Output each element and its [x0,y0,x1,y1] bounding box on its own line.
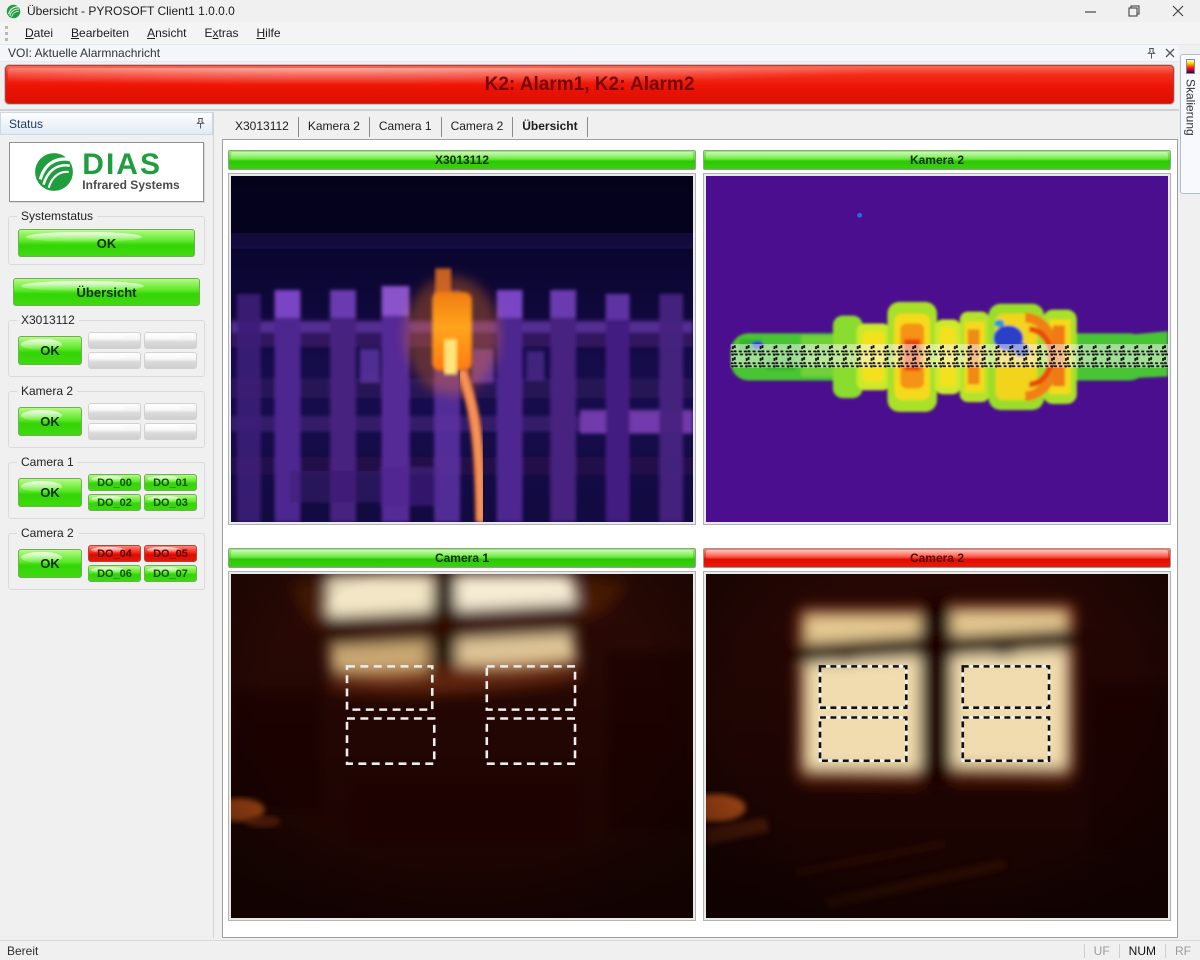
pin-icon[interactable] [195,117,206,130]
main-area: X3013112 Kamera 2 Camera 1 Camera 2 Über… [220,112,1179,938]
alarm-dock-header: VOI: Aktuelle Alarmnachricht [0,45,1179,62]
systemstatus-group: Systemstatus OK [8,216,205,265]
restore-button[interactable] [1112,0,1156,22]
do-lamp-do06[interactable]: DO_06 [88,565,141,582]
uebersicht-button[interactable]: Übersicht [13,278,200,306]
camera-view-header: Camera 2 [703,548,1171,568]
menu-datei[interactable]: Datei [16,23,62,43]
status-panel: Status DIAS Infrared Systems Systemstatu… [0,112,214,938]
do-lamp[interactable] [88,352,141,369]
thermal-image-camera2 [703,571,1171,921]
menu-hilfe[interactable]: Hilfe [248,23,290,43]
statusbar-ready: Bereit [0,944,38,958]
x3013112-ok-button[interactable]: OK [18,336,82,365]
thermal-image-x3013112 [228,173,696,525]
status-panel-header: Status [0,112,213,135]
do-lamp[interactable] [88,423,141,440]
close-panel-icon[interactable] [1165,48,1175,58]
colorbar-icon [1186,59,1195,74]
do-lamp-do05[interactable]: DO_05 [144,545,197,562]
do-lamp[interactable] [144,352,197,369]
camera-group-kamera2: Kamera 2 OK [8,391,205,448]
thermal-image-kamera2 [703,173,1171,525]
alarm-banner: K2: Alarm1, K2: Alarm2 [5,65,1174,104]
menu-extras[interactable]: Extras [195,23,247,43]
do-lamp-do01[interactable]: DO_01 [144,474,197,491]
kamera2-ok-button[interactable]: OK [18,407,82,436]
do-lamp[interactable] [144,423,197,440]
camera-view-header: Kamera 2 [703,150,1171,170]
do-lamp[interactable] [88,332,141,349]
thermal-image-camera1 [228,571,696,921]
statusbar: Bereit UF NUM RF [0,940,1200,960]
alarm-message: K2: Alarm1, K2: Alarm2 [485,74,695,96]
do-lamp-do03[interactable]: DO_03 [144,494,197,511]
systemstatus-label: Systemstatus [17,209,97,223]
titlebar: Übersicht - PYROSOFT Client1 1.0.0.0 [0,0,1200,22]
do-lamp[interactable] [144,403,197,420]
camera-view-kamera2: Kamera 2 [703,150,1171,525]
do-lamp[interactable] [88,403,141,420]
menu-ansicht[interactable]: Ansicht [138,23,195,43]
dias-logo: DIAS Infrared Systems [9,142,204,202]
toolbar-grip [5,26,10,41]
tab-kamera2[interactable]: Kamera 2 [299,117,370,137]
camera-view-camera1: Camera 1 [228,548,696,921]
do-lamp-do00[interactable]: DO_00 [88,474,141,491]
dias-brand: DIAS [82,152,179,178]
do-lamp[interactable] [144,332,197,349]
close-button[interactable] [1156,0,1200,22]
view-tabs: X3013112 Kamera 2 Camera 1 Camera 2 Über… [220,112,1179,137]
camera-group-camera2: Camera 2 OK DO_04 DO_05 DO_06 DO_07 [8,533,205,590]
alarm-dock-title: VOI: Aktuelle Alarmnachricht [8,46,160,60]
dias-subtitle: Infrared Systems [82,178,179,192]
window-title: Übersicht - PYROSOFT Client1 1.0.0.0 [27,4,235,18]
tab-uebersicht[interactable]: Übersicht [513,117,587,137]
overview-content: X3013112 [222,139,1178,938]
do-lamp-do02[interactable]: DO_02 [88,494,141,511]
statusbar-rf: RF [1165,944,1200,958]
camera-view-x3013112: X3013112 [228,150,696,525]
systemstatus-ok-button[interactable]: OK [18,229,195,257]
alarm-dock-panel: VOI: Aktuelle Alarmnachricht K2: Alarm1,… [0,45,1179,111]
status-panel-title: Status [9,117,43,131]
camera-view-header: X3013112 [228,150,696,170]
app-logo-icon [6,4,21,19]
camera-group-camera1: Camera 1 OK DO_00 DO_01 DO_02 DO_03 [8,462,205,519]
camera2-ok-button[interactable]: OK [18,549,82,578]
do-lamp-do04[interactable]: DO_04 [88,545,141,562]
statusbar-num: NUM [1119,944,1165,958]
dias-logo-icon [33,151,75,193]
tab-camera1[interactable]: Camera 1 [370,117,442,137]
do-lamp-do07[interactable]: DO_07 [144,565,197,582]
camera1-ok-button[interactable]: OK [18,478,82,507]
tab-camera2[interactable]: Camera 2 [442,117,514,137]
tab-x3013112[interactable]: X3013112 [226,117,299,137]
camera-view-camera2: Camera 2 [703,548,1171,921]
menubar: Datei Bearbeiten Ansicht Extras Hilfe [0,22,1200,45]
menu-bearbeiten[interactable]: Bearbeiten [62,23,138,43]
pin-icon[interactable] [1146,47,1157,60]
skalierung-tab-label: Skalierung [1184,79,1198,136]
skalierung-tab[interactable]: Skalierung [1180,54,1200,194]
camera-group-x3013112: X3013112 OK [8,320,205,377]
minimize-button[interactable] [1068,0,1112,22]
right-tab-strip: Skalierung [1179,45,1200,940]
statusbar-uf: UF [1084,944,1119,958]
camera-view-header: Camera 1 [228,548,696,568]
